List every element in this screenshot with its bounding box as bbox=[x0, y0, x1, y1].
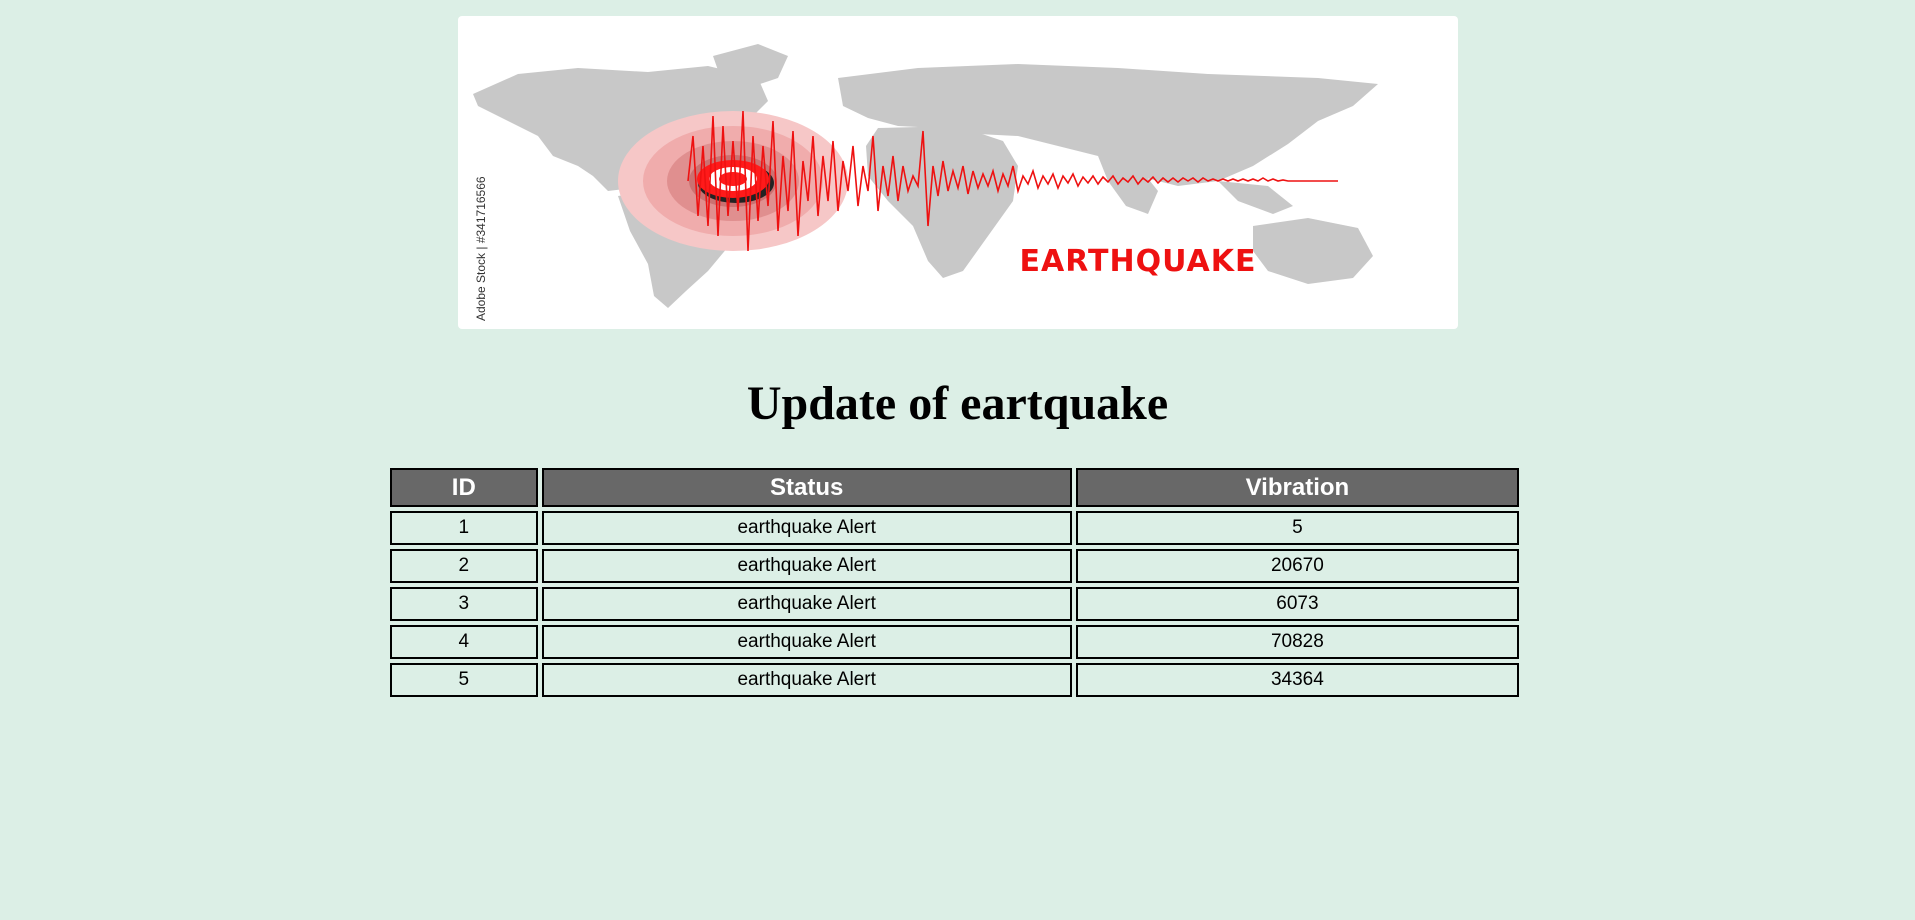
cell-id: 2 bbox=[390, 549, 538, 583]
table-row: 5 earthquake Alert 34364 bbox=[390, 663, 1519, 697]
cell-vibration: 70828 bbox=[1075, 625, 1519, 659]
column-header-status: Status bbox=[541, 468, 1072, 507]
banner-watermark: Adobe Stock | #341716566 bbox=[474, 176, 488, 321]
cell-vibration: 5 bbox=[1075, 511, 1519, 545]
cell-status: earthquake Alert bbox=[541, 663, 1072, 697]
table-row: 1 earthquake Alert 5 bbox=[390, 511, 1519, 545]
earthquake-banner-image: EARTHQUAKE Adobe Stock | #341716566 bbox=[458, 16, 1458, 329]
cell-status: earthquake Alert bbox=[541, 587, 1072, 621]
column-header-id: ID bbox=[390, 468, 538, 507]
epicenter-rings bbox=[618, 111, 848, 251]
cell-status: earthquake Alert bbox=[541, 549, 1072, 583]
cell-vibration: 34364 bbox=[1075, 663, 1519, 697]
cell-id: 4 bbox=[390, 625, 538, 659]
page-title: Update of eartquake bbox=[746, 377, 1169, 430]
table-header-row: ID Status Vibration bbox=[390, 468, 1519, 507]
cell-id: 1 bbox=[390, 511, 538, 545]
table-row: 4 earthquake Alert 70828 bbox=[390, 625, 1519, 659]
column-header-vibration: Vibration bbox=[1075, 468, 1519, 507]
banner-caption: EARTHQUAKE bbox=[1020, 244, 1257, 279]
cell-vibration: 6073 bbox=[1075, 587, 1519, 621]
earthquake-table: ID Status Vibration 1 earthquake Alert 5… bbox=[386, 464, 1523, 701]
cell-status: earthquake Alert bbox=[541, 625, 1072, 659]
table-row: 3 earthquake Alert 6073 bbox=[390, 587, 1519, 621]
cell-id: 3 bbox=[390, 587, 538, 621]
table-row: 2 earthquake Alert 20670 bbox=[390, 549, 1519, 583]
cell-vibration: 20670 bbox=[1075, 549, 1519, 583]
cell-id: 5 bbox=[390, 663, 538, 697]
cell-status: earthquake Alert bbox=[541, 511, 1072, 545]
